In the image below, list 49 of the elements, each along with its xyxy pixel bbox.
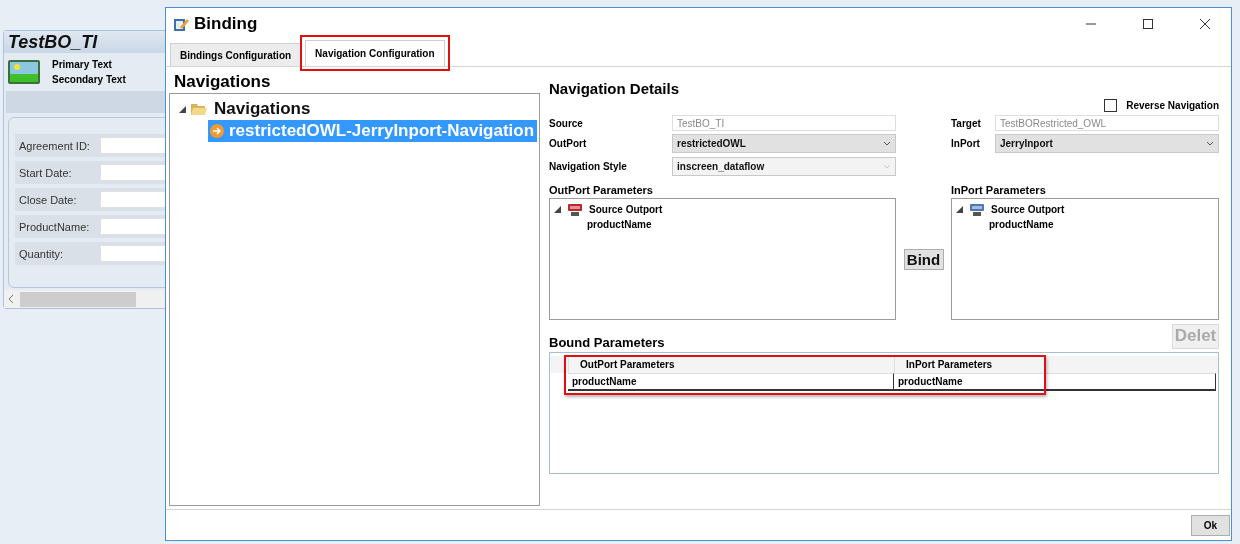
field-label: OutPort (549, 138, 588, 149)
section-heading: Navigations (173, 71, 272, 93)
port-icon (567, 202, 583, 217)
field-label: Quantity: (19, 247, 65, 260)
field-label: Start Date: (19, 166, 73, 179)
expand-toggle-icon[interactable] (956, 206, 963, 213)
column-header: InPort Parameters (894, 356, 1218, 373)
field-label: ProductName: (19, 220, 91, 233)
window-title: Binding (194, 14, 259, 34)
image-icon (8, 60, 40, 84)
port-icon (969, 202, 985, 217)
maximize-icon (1143, 19, 1153, 29)
table-cell: productName (568, 373, 894, 391)
field-label: Close Date: (19, 193, 78, 206)
section-heading: Bound Parameters (549, 335, 666, 352)
checkbox[interactable] (1104, 98, 1118, 112)
ok-button[interactable]: Ok (1191, 514, 1230, 536)
close-icon (1200, 19, 1210, 29)
checkbox-label: Reverse Navigation (1126, 99, 1219, 111)
dropdown[interactable]: restrictedOWL (672, 134, 896, 153)
tree-node[interactable]: Source Outport (589, 204, 663, 215)
scroll-left-icon[interactable] (8, 294, 14, 304)
arrow-right-icon (210, 124, 224, 138)
tree-node[interactable]: productName (989, 219, 1054, 230)
field-label: Agreement ID: (19, 139, 91, 152)
section-label: InPort Parameters (951, 184, 1047, 198)
chevron-down-icon (883, 141, 891, 146)
secondary-text: Secondary Text (52, 74, 126, 85)
edit-icon (173, 16, 189, 32)
dropdown[interactable]: JerryInport (995, 134, 1219, 153)
field-label: Target (951, 117, 982, 129)
section-label: OutPort Parameters (549, 184, 654, 198)
tree-node[interactable]: Source Outport (991, 204, 1065, 215)
expand-toggle-icon[interactable] (554, 206, 561, 213)
table-cell: productName (894, 373, 1216, 391)
field-label: InPort (951, 138, 981, 149)
chevron-down-icon (1206, 141, 1214, 146)
tree-node[interactable]: productName (587, 219, 652, 230)
chevron-down-icon (883, 163, 891, 169)
section-heading: Navigation Details (549, 80, 681, 97)
expand-toggle-icon[interactable] (179, 105, 186, 113)
folder-icon (191, 102, 207, 116)
field-label: Source (549, 117, 584, 129)
field-label: Navigation Style (549, 160, 628, 172)
bind-button[interactable]: Bind (903, 248, 944, 270)
tab[interactable]: Bindings Configuration (170, 43, 302, 66)
tree-node[interactable]: Navigations (212, 98, 313, 120)
column-header: OutPort Parameters (568, 356, 894, 373)
primary-text: Primary Text (52, 59, 113, 70)
